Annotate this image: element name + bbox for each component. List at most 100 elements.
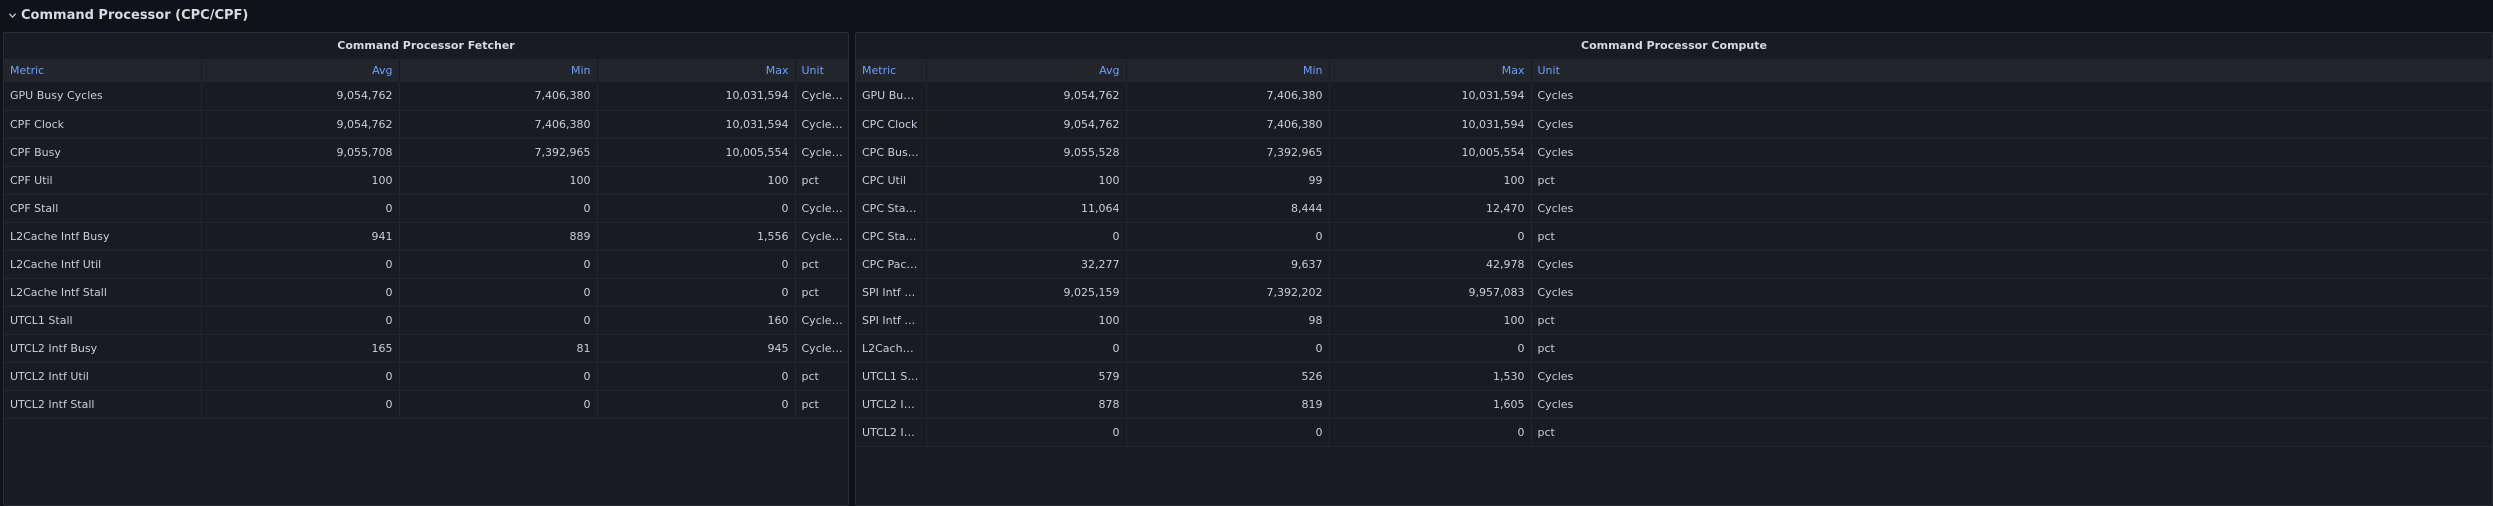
- cell-max: 0: [597, 278, 796, 307]
- cell-max: 10,005,554: [597, 138, 796, 167]
- cell-unit: Cycles: [1531, 110, 2492, 139]
- cell-max: 10,031,594: [1329, 110, 1532, 139]
- cell-max: 0: [597, 250, 796, 279]
- cell-min: 889: [399, 222, 598, 251]
- cell-avg: 9,055,708: [201, 138, 400, 167]
- cell-min: 81: [399, 334, 598, 363]
- cell-metric: UTCL1 Stall Cycles: [856, 362, 927, 391]
- cell-unit: pct: [795, 362, 848, 391]
- table-row: CPC Stall Cycles11,0648,44412,470Cycles: [856, 194, 2492, 223]
- column-header-max[interactable]: Max: [597, 59, 796, 82]
- cell-metric: GPU Busy Cycles: [856, 82, 927, 111]
- cell-metric: CPF Busy: [4, 138, 202, 167]
- cell-min: 100: [399, 166, 598, 195]
- column-header-max[interactable]: Max: [1329, 59, 1532, 82]
- cell-max: 100: [1329, 306, 1532, 335]
- cell-min: 9,637: [1126, 250, 1330, 279]
- column-header-unit[interactable]: Unit: [795, 59, 848, 82]
- cell-metric: SPI Intf Util: [856, 306, 927, 335]
- cell-min: 99: [1126, 166, 1330, 195]
- cell-min: 0: [399, 250, 598, 279]
- table-row: CPF Util 100 100 100 pct: [4, 166, 848, 195]
- cell-unit: Cycles: [1531, 390, 2492, 419]
- metrics-table-fetcher: Metric Avg Min Max Unit GPU Busy Cycles 9…: [4, 59, 848, 419]
- cell-max: 0: [597, 390, 796, 419]
- cell-avg: 9,054,762: [201, 82, 400, 111]
- cell-avg: 0: [201, 362, 400, 391]
- cell-metric: CPC Stall Cycles: [856, 194, 927, 223]
- cell-min: 7,406,380: [399, 110, 598, 139]
- cell-avg: 9,054,762: [926, 110, 1127, 139]
- table-header-row: Metric Avg Min Max Unit: [4, 59, 848, 82]
- cell-avg: 11,064: [926, 194, 1127, 223]
- cell-max: 0: [1329, 418, 1532, 447]
- table-row: L2Cache Intf Busy9418891,556Cycles/Kerne…: [4, 222, 848, 251]
- column-header-min[interactable]: Min: [399, 59, 598, 82]
- chevron-down-icon[interactable]: [7, 10, 17, 20]
- cell-max: 10,031,594: [1329, 82, 1532, 111]
- dashboard: Command Processor (CPC/CPF) Command Proc…: [0, 0, 2493, 506]
- cell-max: 1,530: [1329, 362, 1532, 391]
- cell-max: 160: [597, 306, 796, 335]
- cell-avg: 0: [201, 250, 400, 279]
- table-body-fetcher: GPU Busy Cycles 9,054,762 7,406,380 10,031,…: [4, 82, 848, 419]
- cell-unit: pct: [795, 278, 848, 307]
- cell-unit: Cycles/Kernel: [795, 138, 848, 167]
- cell-min: 0: [399, 194, 598, 223]
- column-header-min[interactable]: Min: [1126, 59, 1330, 82]
- cell-metric: SPI Intf Busy Cycl...: [856, 278, 927, 307]
- cell-max: 10,031,594: [597, 82, 796, 111]
- cell-unit: Cycles/Kernel: [795, 306, 848, 335]
- cell-max: 0: [1329, 222, 1532, 251]
- cell-max: 1,556: [597, 222, 796, 251]
- cell-unit: Cycles: [1531, 194, 2492, 223]
- cell-avg: 100: [926, 306, 1127, 335]
- cell-min: 526: [1126, 362, 1330, 391]
- table-row: CPF Clock 9,054,762 7,406,380 10,031,594 Cyc…: [4, 110, 848, 139]
- cell-unit: pct: [1531, 222, 2492, 251]
- cell-avg: 100: [926, 166, 1127, 195]
- table-body-compute: GPU Busy Cycles9,054,7627,406,38010,031,…: [856, 82, 2492, 447]
- cell-avg: 9,055,528: [926, 138, 1127, 167]
- table-row: CPC Util 100 99 100 pct: [856, 166, 2492, 195]
- table-row: CPC Busy Cycles9,055,5287,392,96510,005,…: [856, 138, 2492, 167]
- table-row: CPF Busy 9,055,708 7,392,965 10,005,554 Cycl…: [4, 138, 848, 167]
- cell-min: 0: [399, 390, 598, 419]
- cell-max: 12,470: [1329, 194, 1532, 223]
- cell-min: 0: [399, 306, 598, 335]
- table-row: UTCL2 Intf Busy C...8788191,605Cycles: [856, 390, 2492, 419]
- cell-unit: Cycles: [1531, 362, 2492, 391]
- cell-unit: pct: [795, 250, 848, 279]
- cell-min: 7,406,380: [1126, 82, 1330, 111]
- cell-metric: CPC Util: [856, 166, 927, 195]
- cell-metric: CPC Clock: [856, 110, 927, 139]
- cell-metric: L2Cache Intf Util: [856, 334, 927, 363]
- row-header-command-processor[interactable]: Command Processor (CPC/CPF): [0, 0, 2493, 30]
- cell-avg: 579: [926, 362, 1127, 391]
- cell-avg: 100: [201, 166, 400, 195]
- cell-min: 0: [1126, 222, 1330, 251]
- cell-min: 819: [1126, 390, 1330, 419]
- cell-min: 0: [399, 278, 598, 307]
- column-header-metric[interactable]: Metric: [856, 59, 927, 82]
- cell-metric: CPF Stall: [4, 194, 202, 223]
- column-header-unit[interactable]: Unit: [1531, 59, 2492, 82]
- column-header-avg[interactable]: Avg: [201, 59, 400, 82]
- table-header-row: Metric Avg Min Max Unit: [856, 59, 2492, 82]
- cell-avg: 0: [926, 334, 1127, 363]
- table-row: UTCL1 Stall Cycles5795261,530Cycles: [856, 362, 2492, 391]
- cell-max: 10,005,554: [1329, 138, 1532, 167]
- cell-metric: CPF Util: [4, 166, 202, 195]
- column-header-avg[interactable]: Avg: [926, 59, 1127, 82]
- cell-metric: CPC Packet Deco...: [856, 250, 927, 279]
- cell-metric: UTCL2 Intf Stall: [4, 390, 202, 419]
- cell-metric: CPC Stall Rate: [856, 222, 927, 251]
- cell-avg: 0: [201, 278, 400, 307]
- table-row: GPU Busy Cycles9,054,7627,406,38010,031,…: [4, 82, 848, 111]
- cell-min: 7,392,965: [1126, 138, 1330, 167]
- cell-metric: CPC Busy Cycles: [856, 138, 927, 167]
- cell-metric: L2Cache Intf Busy: [4, 222, 202, 251]
- cell-unit: pct: [1531, 334, 2492, 363]
- cell-unit: pct: [795, 390, 848, 419]
- column-header-metric[interactable]: Metric: [4, 59, 202, 82]
